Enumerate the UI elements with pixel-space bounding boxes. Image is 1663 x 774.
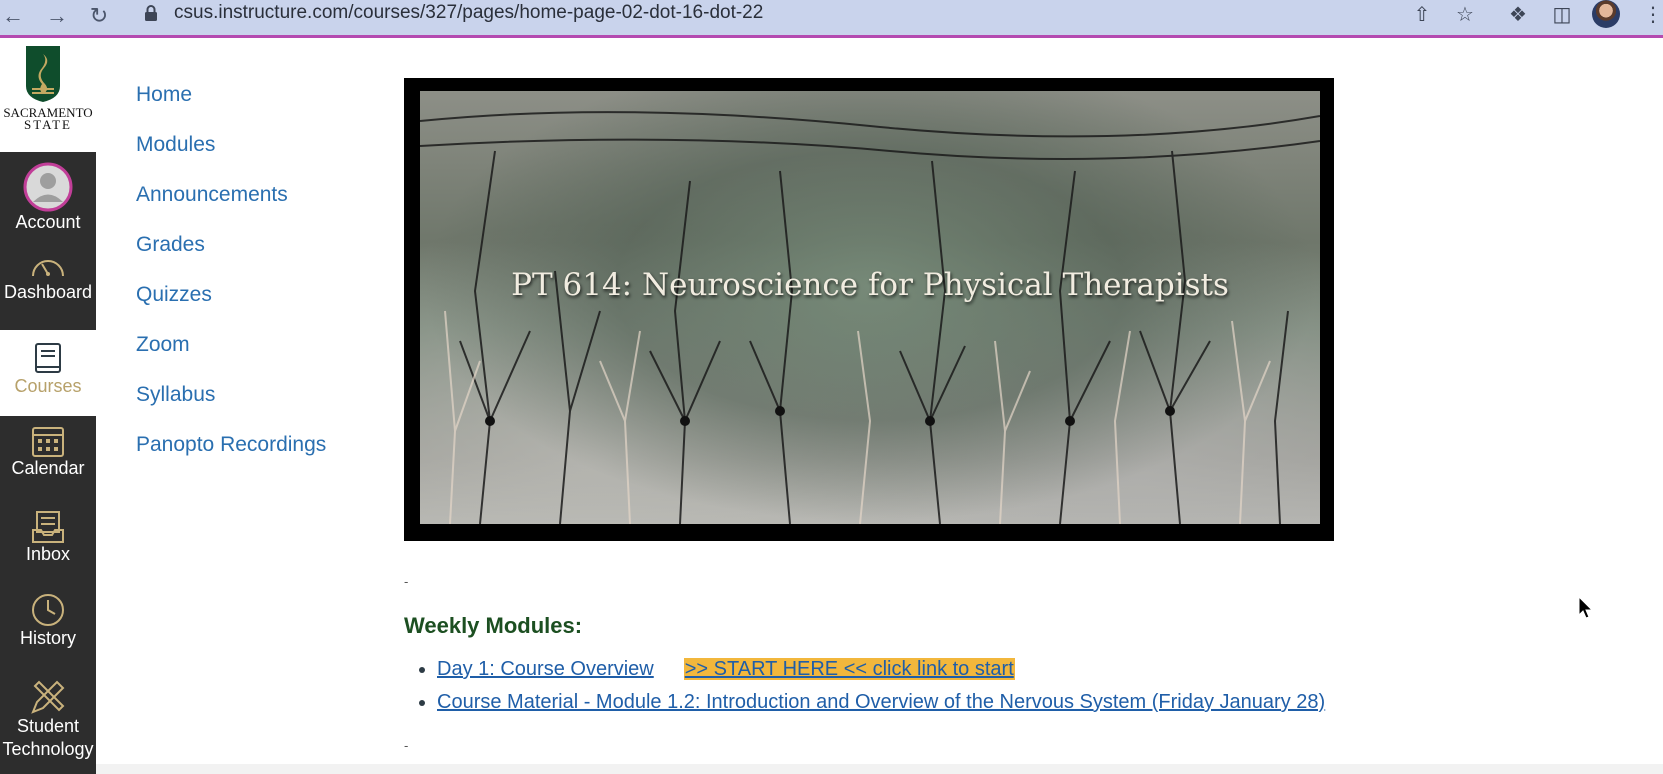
book-icon (35, 343, 61, 373)
sacramento-state-logo[interactable]: SACRAMENTO STATE (0, 38, 96, 152)
clock-icon (32, 594, 64, 626)
course-nav-home[interactable]: Home (136, 80, 326, 130)
course-nav-panopto-recordings[interactable]: Panopto Recordings (136, 430, 326, 480)
avatar-icon (23, 162, 73, 212)
neuron-illustration (420, 111, 1320, 524)
separator-dash: - (404, 574, 409, 589)
global-navigation: SACRAMENTO STATE Account Dashboard Cours… (0, 38, 96, 774)
profile-avatar[interactable] (1592, 0, 1620, 28)
global-nav-student-technology[interactable]: Student Technology (0, 674, 96, 774)
mouse-cursor-icon (1578, 596, 1594, 619)
global-nav-label: Courses (14, 376, 82, 396)
course-nav-quizzes[interactable]: Quizzes (136, 280, 326, 330)
global-nav-label-line2: Technology (2, 739, 94, 759)
star-icon[interactable]: ☆ (1452, 2, 1478, 28)
global-nav-label: Student (16, 716, 80, 736)
speedometer-icon (32, 260, 64, 277)
global-nav-courses[interactable]: Courses (0, 330, 96, 416)
module-1-2-link[interactable]: Course Material - Module 1.2: Introducti… (437, 691, 1325, 713)
separator-dash: - (404, 738, 409, 753)
global-nav-label: History (19, 628, 76, 648)
global-nav-dashboard[interactable]: Dashboard (0, 248, 96, 330)
global-nav-calendar[interactable]: Calendar (0, 420, 96, 502)
global-nav-history[interactable]: History (0, 590, 96, 672)
back-arrow-icon[interactable]: ← (0, 3, 26, 29)
share-icon[interactable]: ⇧ (1409, 2, 1435, 28)
neurons-banner-image: PT 614: Neuroscience for Physical Therap… (420, 91, 1320, 524)
reload-icon[interactable]: ↻ (86, 3, 112, 29)
course-banner: PT 614: Neuroscience for Physical Therap… (404, 78, 1334, 541)
global-nav-inbox[interactable]: Inbox (0, 506, 96, 588)
pencil-ruler-icon (31, 680, 65, 714)
course-nav-syllabus[interactable]: Syllabus (136, 380, 326, 430)
banner-title: PT 614: Neuroscience for Physical Therap… (511, 267, 1229, 303)
course-nav-grades[interactable]: Grades (136, 230, 326, 280)
more-menu-icon[interactable]: ⋮ (1640, 2, 1663, 28)
list-item: Course Material - Module 1.2: Introducti… (437, 687, 1325, 720)
hornet-logo-icon (26, 46, 60, 102)
list-item: Day 1: Course Overview >> START HERE << c… (437, 654, 1325, 687)
calendar-icon (32, 427, 64, 457)
course-nav-announcements[interactable]: Announcements (136, 180, 326, 230)
global-nav-label: Inbox (25, 544, 71, 564)
global-nav-label: Account (15, 212, 81, 232)
logo-line-2: STATE (24, 117, 72, 132)
weekly-modules-list: Day 1: Course Overview >> START HERE << c… (404, 654, 1325, 720)
extensions-icon[interactable]: ❖ (1505, 2, 1531, 28)
address-bar[interactable]: csus.instructure.com/courses/327/pages/h… (142, 0, 763, 26)
global-nav-label: Calendar (11, 458, 85, 478)
forward-arrow-icon[interactable]: → (44, 3, 70, 29)
global-nav-label: Dashboard (3, 282, 93, 302)
course-navigation: Home Modules Announcements Grades Quizze… (136, 80, 326, 480)
side-panel-icon[interactable]: ◫ (1549, 2, 1575, 28)
url-text: csus.instructure.com/courses/327/pages/h… (174, 2, 764, 23)
browser-toolbar: ← → ↻ csus.instructure.com/courses/327/p… (0, 0, 1663, 38)
weekly-modules-heading: Weekly Modules: (404, 613, 583, 638)
course-nav-zoom[interactable]: Zoom (136, 330, 326, 380)
course-nav-modules[interactable]: Modules (136, 130, 326, 180)
horizontal-scrollbar[interactable] (96, 764, 1663, 774)
day-1-course-overview-link[interactable]: Day 1: Course Overview (437, 658, 654, 680)
inbox-icon (32, 511, 64, 543)
start-here-link[interactable]: >> START HERE << click link to start (683, 658, 1015, 680)
global-nav-account[interactable]: Account (0, 152, 96, 234)
